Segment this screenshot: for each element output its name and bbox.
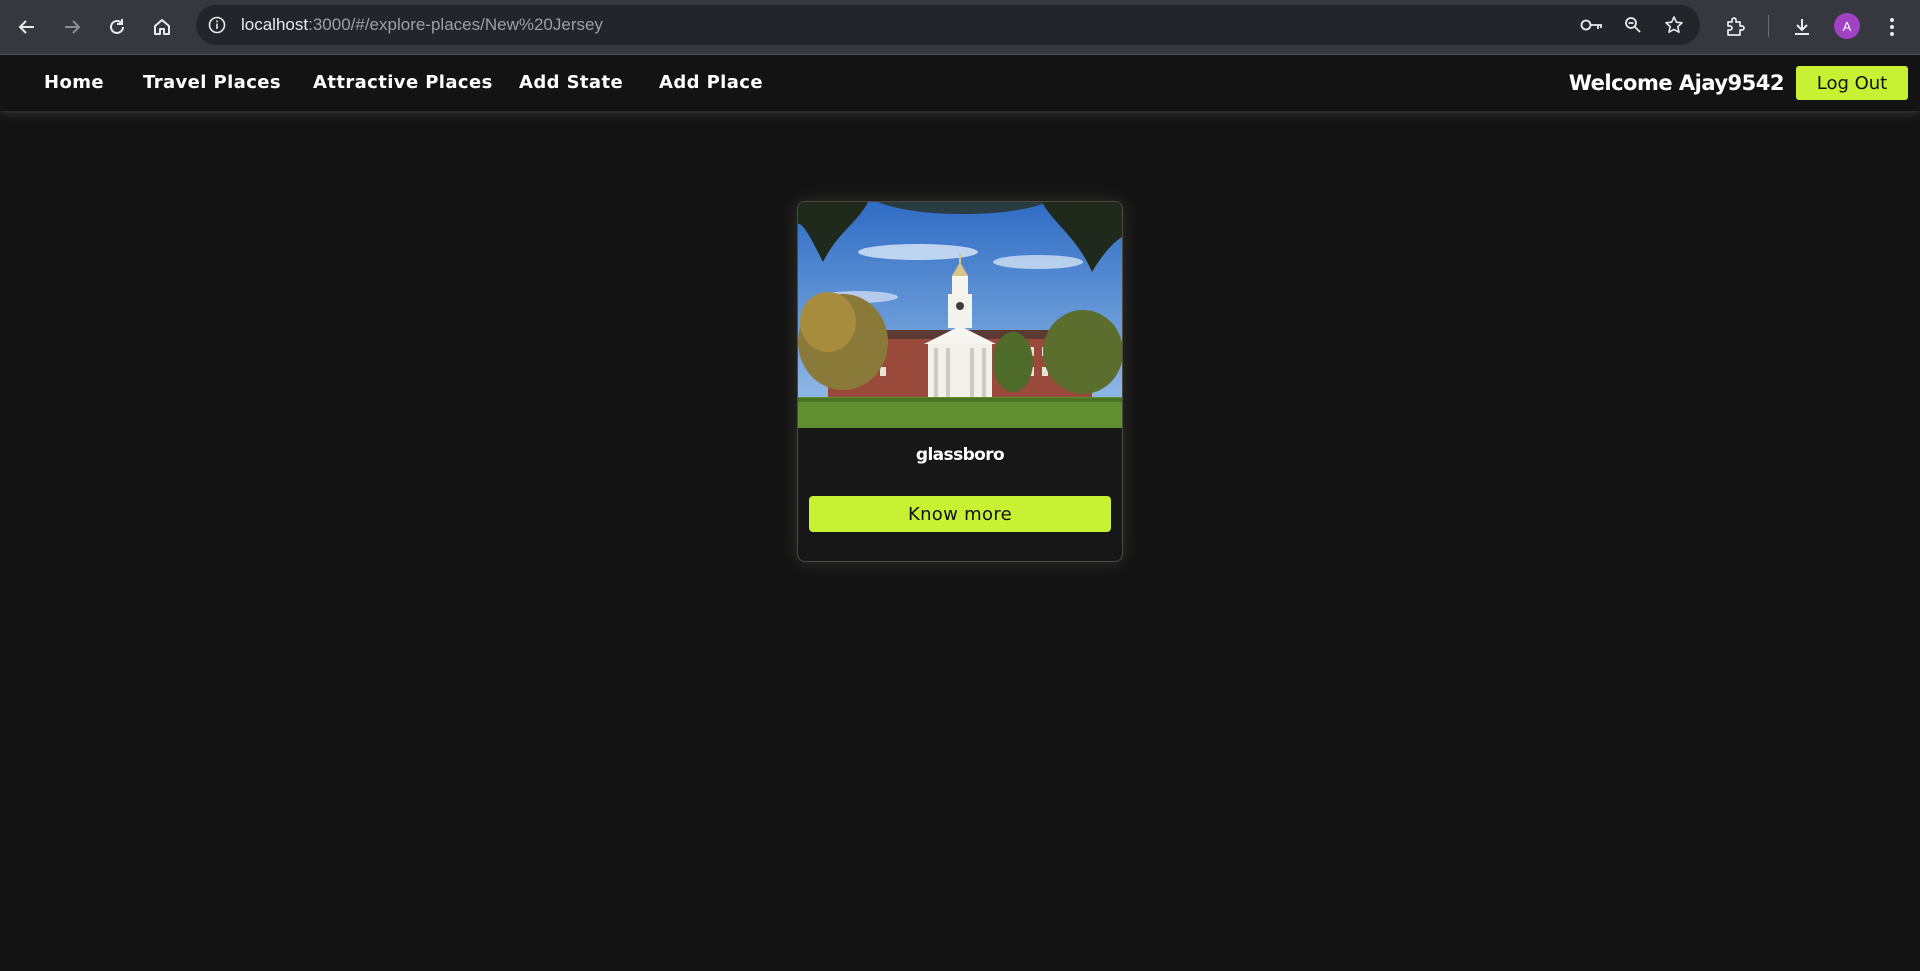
- nav-link-home[interactable]: Home: [44, 55, 104, 111]
- url-host: localhost: [241, 15, 309, 34]
- url-path: :3000/#/explore-places/New%20Jersey: [308, 15, 603, 34]
- welcome-message: Welcome Ajay9542: [1568, 71, 1785, 95]
- nav-link-attractive-places[interactable]: Attractive Places: [313, 55, 493, 111]
- password-key-icon[interactable]: [1579, 12, 1605, 38]
- place-title: glassboro: [915, 445, 1005, 465]
- know-more-button[interactable]: Know more: [809, 496, 1111, 532]
- extensions-icon[interactable]: [1719, 11, 1751, 43]
- logout-button[interactable]: Log Out: [1796, 66, 1908, 100]
- url-text: localhost:3000/#/explore-places/New%20Je…: [241, 5, 603, 45]
- site-info-icon[interactable]: [204, 12, 230, 38]
- menu-kebab-icon[interactable]: [1876, 11, 1908, 43]
- nav-link-add-place[interactable]: Add Place: [659, 55, 763, 111]
- home-icon[interactable]: [146, 11, 178, 43]
- place-card: glassboro Know more: [797, 201, 1123, 562]
- app-navbar: Home Travel Places Attractive Places Add…: [0, 55, 1920, 111]
- zoom-icon[interactable]: [1620, 12, 1646, 38]
- nav-link-travel-places[interactable]: Travel Places: [143, 55, 281, 111]
- back-icon[interactable]: [11, 11, 43, 43]
- forward-icon[interactable]: [56, 11, 88, 43]
- place-image: [798, 202, 1122, 428]
- nav-link-add-state[interactable]: Add State: [519, 55, 623, 111]
- address-bar[interactable]: localhost:3000/#/explore-places/New%20Je…: [196, 5, 1700, 45]
- bookmark-star-icon[interactable]: [1661, 12, 1687, 38]
- browser-toolbar: localhost:3000/#/explore-places/New%20Je…: [0, 0, 1920, 55]
- download-icon[interactable]: [1786, 11, 1818, 43]
- toolbar-divider: [1768, 15, 1769, 37]
- profile-avatar[interactable]: A: [1834, 13, 1860, 39]
- reload-icon[interactable]: [101, 11, 133, 43]
